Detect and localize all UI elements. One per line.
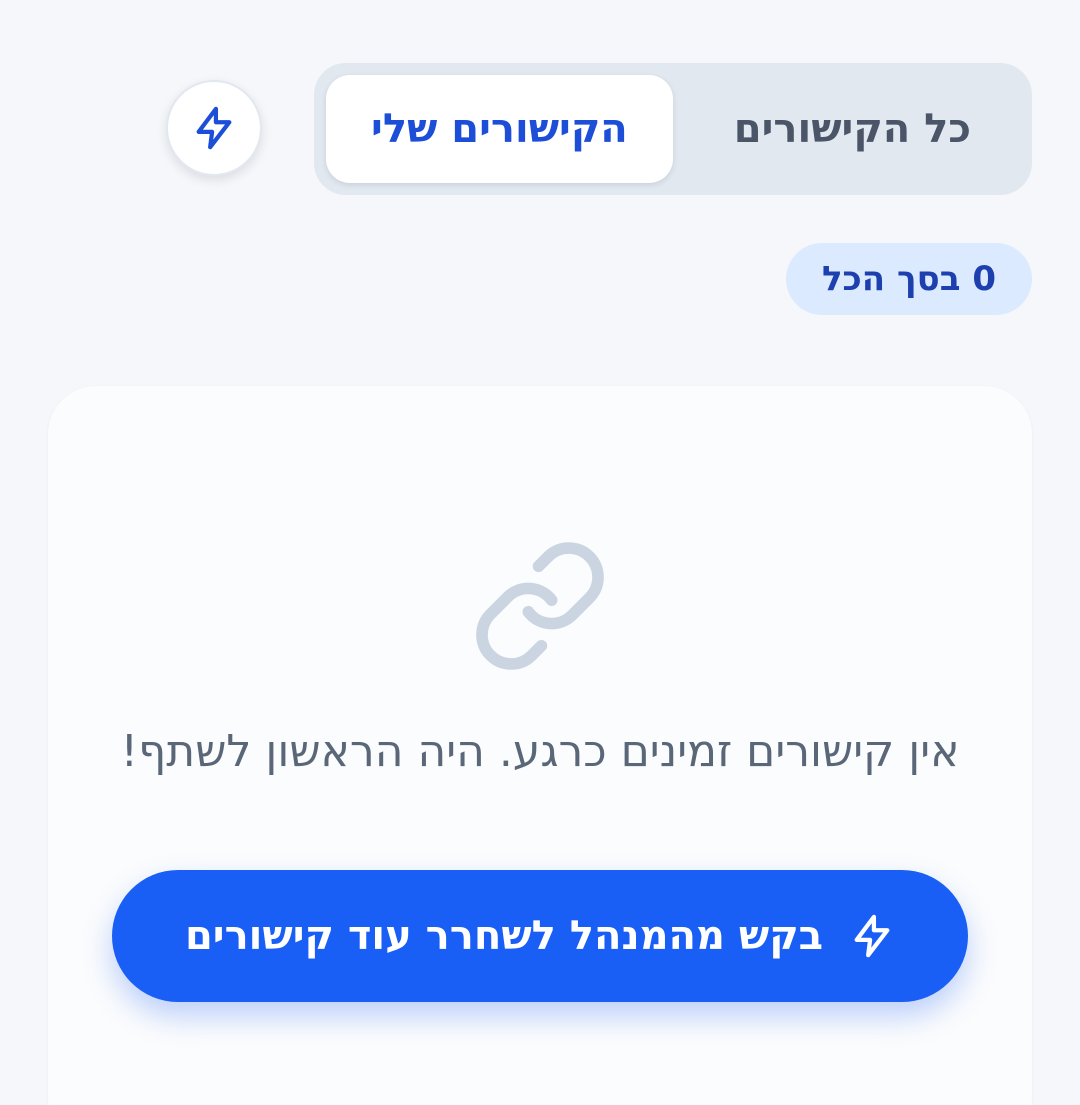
empty-state-message: אין קישורים זמינים כרגע. היה הראשון לשתף…: [120, 726, 960, 777]
lightning-bolt-icon: [854, 914, 890, 958]
links-tab-switcher: כל הקישורים הקישורים שלי: [314, 63, 1032, 195]
total-count-badge: 0 בסך הכל: [785, 243, 1032, 315]
link-icon: [476, 542, 604, 670]
tab-all-links[interactable]: כל הקישורים: [685, 75, 1020, 183]
lightning-bolt-icon: [196, 106, 232, 150]
request-more-links-button[interactable]: בקש מהמנהל לשחרר עוד קישורים: [112, 870, 968, 1002]
total-count-text: 0 בסך הכל: [821, 259, 996, 299]
tab-my-links[interactable]: הקישורים שלי: [326, 75, 673, 183]
request-more-links-label: בקש מהמנהל לשחרר עוד קישורים: [184, 913, 824, 959]
empty-state-card: אין קישורים זמינים כרגע. היה הראשון לשתף…: [48, 386, 1032, 1105]
quick-action-button[interactable]: [166, 80, 262, 176]
links-page: כל הקישורים הקישורים שלי 0 בסך הכל אין ק…: [0, 0, 1080, 1105]
